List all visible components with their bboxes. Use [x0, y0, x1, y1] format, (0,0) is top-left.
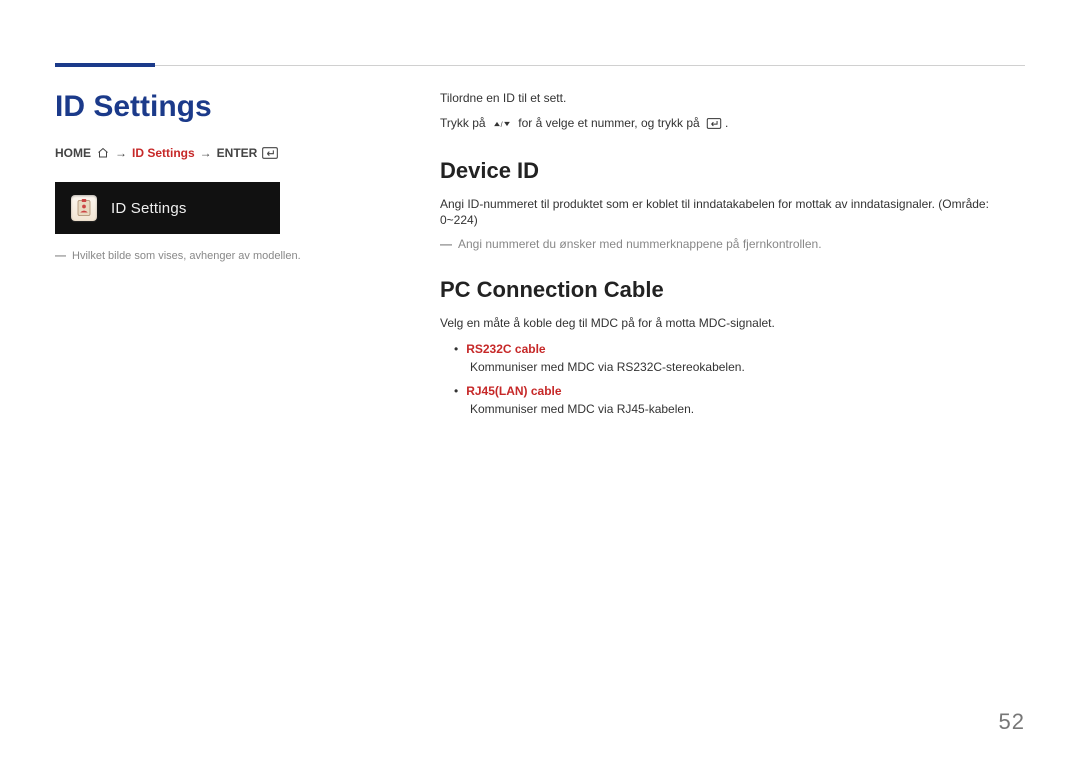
- enter-icon-inline: [706, 118, 722, 129]
- intro2-mid: for å velge et nummer, og trykk på: [518, 116, 699, 130]
- model-note-text: Hvilket bilde som vises, avhenger av mod…: [72, 250, 301, 262]
- rj45-desc: Kommuniser med MDC via RJ45-kabelen.: [470, 402, 1025, 416]
- breadcrumb-arrow-1: →: [115, 146, 127, 160]
- svg-text:/: /: [500, 120, 502, 128]
- intro2-prefix: Trykk på: [440, 116, 486, 130]
- list-item: • RS232C cable: [454, 340, 1025, 358]
- breadcrumb-enter: ENTER: [217, 146, 258, 160]
- id-badge-icon: [71, 195, 97, 221]
- device-id-para: Angi ID-nummeret til produktet som er ko…: [440, 196, 1025, 230]
- breadcrumb: HOME → ID Settings → ENTER: [55, 146, 400, 160]
- bullet-icon: •: [454, 340, 458, 358]
- device-id-note-text: Angi nummeret du ønsker med nummerknappe…: [458, 237, 822, 251]
- intro-line-1: Tilordne en ID til et sett.: [440, 90, 1025, 107]
- id-settings-tile: ID Settings: [55, 182, 280, 234]
- note-dash-icon-2: ―: [440, 237, 452, 251]
- top-rule-accent: [55, 63, 155, 67]
- rs232c-label: RS232C cable: [466, 340, 545, 358]
- home-icon: [96, 147, 110, 159]
- enter-icon: [262, 147, 278, 159]
- model-note: ― Hvilket bilde som vises, avhenger av m…: [55, 250, 400, 262]
- page-title: ID Settings: [55, 90, 400, 124]
- note-dash-icon: ―: [55, 250, 66, 262]
- intro-line-2: Trykk på / for å velge et nummer, og try…: [440, 115, 1025, 132]
- list-item: • RJ45(LAN) cable: [454, 382, 1025, 400]
- device-id-note: ― Angi nummeret du ønsker med nummerknap…: [440, 237, 1025, 251]
- pc-cable-para: Velg en måte å koble deg til MDC på for …: [440, 315, 1025, 332]
- breadcrumb-arrow-2: →: [200, 146, 212, 160]
- page-number: 52: [999, 709, 1025, 735]
- rj45-label: RJ45(LAN) cable: [466, 382, 561, 400]
- bullet-icon: •: [454, 382, 458, 400]
- breadcrumb-current: ID Settings: [132, 146, 195, 160]
- pc-cable-heading: PC Connection Cable: [440, 277, 1025, 303]
- intro2-suffix: .: [725, 116, 728, 130]
- top-rule: [55, 65, 1025, 66]
- device-id-heading: Device ID: [440, 158, 1025, 184]
- up-down-icon: /: [492, 119, 512, 129]
- rs232c-desc: Kommuniser med MDC via RS232C-stereokabe…: [470, 360, 1025, 374]
- breadcrumb-home: HOME: [55, 146, 91, 160]
- tile-label: ID Settings: [111, 200, 187, 217]
